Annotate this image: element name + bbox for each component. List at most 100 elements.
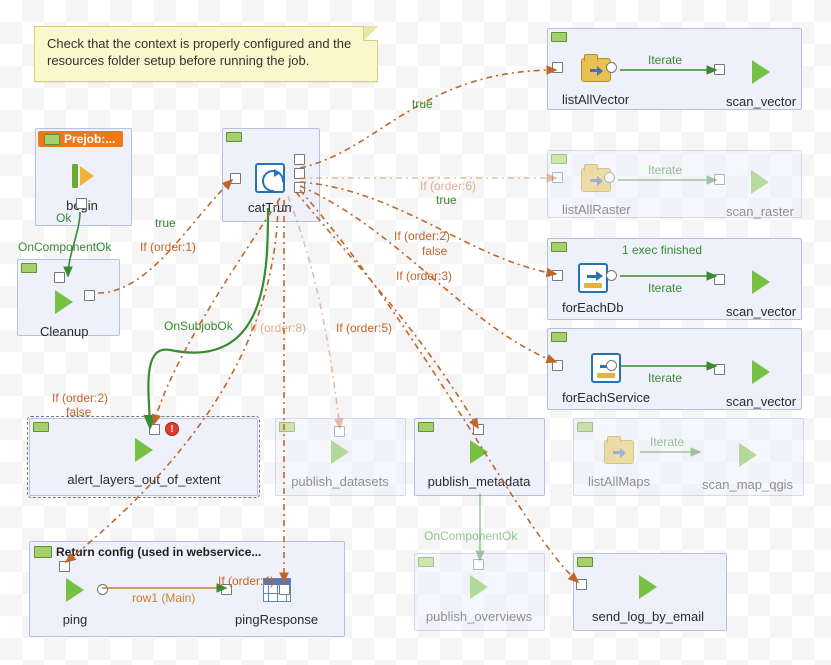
svg-text:If (order:8): If (order:8): [250, 321, 306, 335]
svg-text:false: false: [422, 244, 448, 258]
subjob-handle[interactable]: [21, 263, 37, 273]
subjob-handle[interactable]: [577, 422, 593, 432]
node-label: listAllRaster: [562, 202, 631, 217]
box-icon: [578, 263, 608, 293]
node-label: catTrun: [248, 200, 292, 215]
playbar-icon: [70, 162, 94, 190]
node-listallraster[interactable]: listAllRaster: [562, 160, 631, 217]
subjob-handle[interactable]: [33, 422, 49, 432]
node-label: scan_map_qgis: [702, 477, 793, 492]
subjob-handle[interactable]: [551, 332, 567, 342]
port[interactable]: [294, 168, 305, 179]
svg-text:true: true: [412, 97, 433, 111]
port[interactable]: [576, 579, 587, 590]
port[interactable]: [84, 290, 95, 301]
play-icon: [639, 575, 657, 599]
play-icon: [331, 440, 349, 464]
port[interactable]: [714, 364, 725, 375]
port[interactable]: [606, 270, 617, 281]
node-label: listAllVector: [562, 92, 629, 107]
subjob-handle[interactable]: [551, 32, 567, 42]
node-foreachservice[interactable]: forEachService: [562, 348, 650, 405]
port[interactable]: [606, 360, 617, 371]
port[interactable]: [230, 173, 241, 184]
node-scan-map[interactable]: scan_map_qgis: [702, 435, 793, 492]
node-publish-metadata[interactable]: publish_metadata: [427, 432, 531, 489]
play-icon: [739, 443, 757, 467]
node-publish-datasets[interactable]: publish_datasets: [290, 432, 390, 489]
node-label: send_log_by_email: [592, 609, 704, 624]
port[interactable]: [714, 274, 725, 285]
port[interactable]: [714, 174, 725, 185]
node-ping[interactable]: ping: [55, 570, 95, 627]
port[interactable]: [552, 62, 563, 73]
subjob-handle[interactable]: [551, 242, 567, 252]
svg-text:OnComponentOk: OnComponentOk: [18, 240, 112, 254]
node-listallvector[interactable]: listAllVector: [562, 50, 629, 107]
diagram-canvas[interactable]: Check that the context is properly confi…: [0, 0, 831, 665]
node-label: publish_overviews: [426, 609, 532, 624]
prejob-title: Prejob:...: [38, 131, 123, 147]
node-label: publish_datasets: [291, 474, 389, 489]
node-begin[interactable]: begin: [62, 156, 102, 213]
play-icon: [752, 60, 770, 84]
svg-text:If (order:5): If (order:5): [336, 321, 392, 335]
node-scan-vector[interactable]: scan_vector: [726, 52, 796, 109]
port[interactable]: [149, 424, 160, 435]
node-foreachdb[interactable]: forEachDb: [562, 258, 623, 315]
port[interactable]: [473, 559, 484, 570]
port[interactable]: [221, 584, 232, 595]
port[interactable]: [604, 172, 615, 183]
node-publish-overviews[interactable]: publish_overviews: [427, 567, 531, 624]
subjob-handle[interactable]: [577, 557, 593, 567]
play-icon: [55, 290, 73, 314]
node-listallmaps[interactable]: listAllMaps: [588, 432, 650, 489]
port[interactable]: [473, 424, 484, 435]
node-label: scan_vector: [726, 94, 796, 109]
port[interactable]: [76, 198, 87, 209]
subjob-handle[interactable]: [279, 422, 295, 432]
subjob-handle[interactable]: [418, 422, 434, 432]
port[interactable]: [97, 584, 108, 595]
port[interactable]: [334, 426, 345, 437]
node-label: publish_metadata: [428, 474, 531, 489]
play-icon: [66, 578, 84, 602]
svg-text:If (order:6): If (order:6): [420, 179, 476, 193]
svg-text:true: true: [155, 216, 176, 230]
cycle-icon: [255, 163, 285, 193]
port[interactable]: [279, 584, 290, 595]
play-icon: [751, 170, 769, 194]
port[interactable]: [294, 182, 305, 193]
node-alert[interactable]: alert_layers_out_of_extent !: [49, 430, 239, 487]
node-sendlog[interactable]: send_log_by_email: [588, 567, 708, 624]
node-cattrun[interactable]: catTrun: [248, 158, 292, 215]
port[interactable]: [59, 561, 70, 572]
svg-text:false: false: [66, 405, 92, 419]
sticky-note[interactable]: Check that the context is properly confi…: [34, 26, 378, 82]
node-label: pingResponse: [235, 612, 318, 627]
play-icon: [135, 438, 153, 462]
node-label: listAllMaps: [588, 474, 650, 489]
node-label: scan_raster: [726, 204, 794, 219]
port[interactable]: [552, 270, 563, 281]
node-pingresponse[interactable]: pingResponse: [235, 570, 318, 627]
play-icon: [470, 575, 488, 599]
node-scan-vector2[interactable]: scan_vector: [726, 262, 796, 319]
svg-text:If (order:2): If (order:2): [394, 229, 450, 243]
port[interactable]: [714, 64, 725, 75]
subjob-handle[interactable]: [418, 557, 434, 567]
port[interactable]: [606, 62, 617, 73]
svg-text:OnComponentOk: OnComponentOk: [424, 529, 518, 543]
node-label: scan_vector: [726, 304, 796, 319]
port[interactable]: [294, 154, 305, 165]
node-scan-vector3[interactable]: scan_vector: [726, 352, 796, 409]
subjob-handle[interactable]: [226, 132, 242, 142]
port[interactable]: [552, 360, 563, 371]
error-icon: !: [165, 422, 179, 436]
node-cleanup[interactable]: Cleanup: [40, 282, 88, 339]
port[interactable]: [54, 272, 65, 283]
node-scan-raster[interactable]: scan_raster: [726, 162, 794, 219]
node-label: Cleanup: [40, 324, 88, 339]
port[interactable]: [552, 172, 563, 183]
folder-icon: [604, 440, 634, 464]
